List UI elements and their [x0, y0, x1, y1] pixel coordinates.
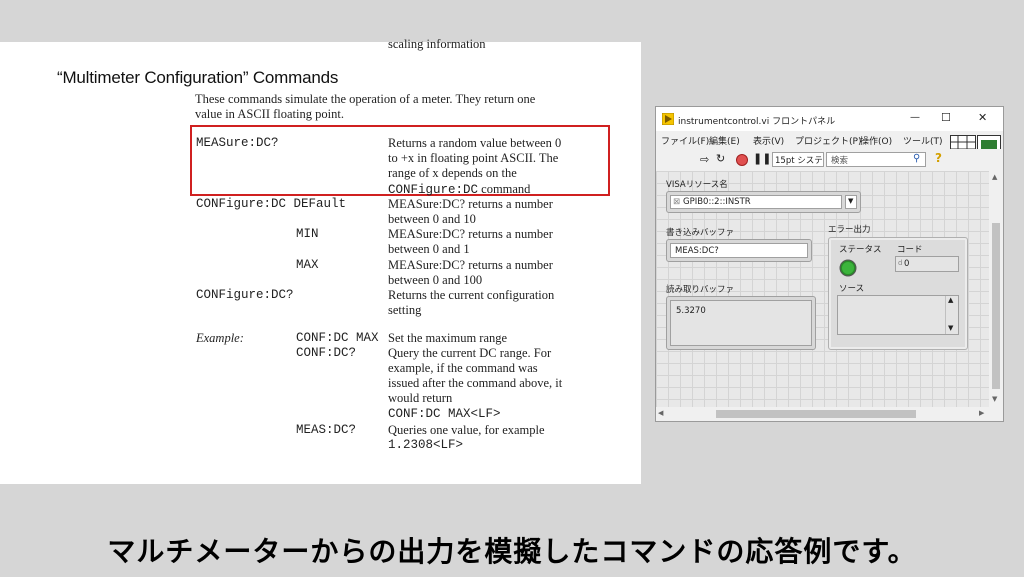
- meas-desc-3: range of x depends on the: [388, 166, 517, 180]
- conf-query-command: CONFigure:DC?: [196, 288, 294, 302]
- error-out-label: エラー出力: [828, 225, 871, 235]
- example-cmd-2-desc-1: Query the current DC range. For: [388, 346, 552, 360]
- example-label: Example:: [196, 331, 244, 345]
- vi-icon: [662, 113, 674, 125]
- meas-desc-4: CONFigure:DC command: [388, 181, 530, 198]
- conf-min-desc-2: between 0 and 1: [388, 242, 470, 256]
- search-input[interactable]: 検索 ⚲: [826, 152, 926, 167]
- scroll-left-arrow-icon[interactable]: ◀: [658, 409, 663, 417]
- visa-dropdown-button[interactable]: ▼: [845, 195, 857, 209]
- search-icon[interactable]: ⚲: [913, 153, 920, 164]
- top-fragment: scaling information: [388, 37, 486, 51]
- read-buffer-field: 5.3270: [670, 300, 812, 346]
- source-field: ▲ ▼: [837, 295, 959, 335]
- minimize-button[interactable]: —: [910, 112, 920, 123]
- example-cmd-3-result: 1.2308<LF>: [388, 438, 464, 452]
- code-field: d 0: [895, 256, 959, 272]
- meas-desc-1: Returns a random value between 0: [388, 136, 562, 150]
- caption: マルチメーターからの出力を模擬したコマンドの応答例です。: [107, 535, 917, 568]
- example-cmd-2-desc-2: example, if the command was: [388, 361, 538, 375]
- write-buffer-label: 書き込みバッファ: [666, 228, 735, 238]
- source-label: ソース: [839, 284, 865, 294]
- scroll-down-icon[interactable]: ▼: [948, 324, 953, 332]
- max-label: MAX: [296, 258, 319, 272]
- conf-default-desc-2: between 0 and 10: [388, 212, 476, 226]
- abort-icon[interactable]: [736, 154, 748, 166]
- horizontal-scroll-thumb[interactable]: [716, 410, 916, 418]
- maximize-button[interactable]: ☐: [941, 111, 951, 124]
- code-label: コード: [897, 245, 923, 255]
- write-buffer-field[interactable]: MEAS:DC?: [670, 243, 808, 258]
- conf-max-desc-1: MEASure:DC? returns a number: [388, 258, 553, 272]
- scroll-down-arrow-icon[interactable]: ▼: [992, 395, 997, 403]
- conf-min-desc-1: MEASure:DC? returns a number: [388, 227, 553, 241]
- document-page: scaling information “Multimeter Configur…: [0, 37, 641, 484]
- menu-file[interactable]: ファイル(F): [661, 134, 709, 147]
- visa-label: VISAリソース名: [666, 180, 728, 190]
- visa-value: GPIB0::2::INSTR: [683, 197, 751, 207]
- font-select[interactable]: 15pt システ: [772, 152, 824, 167]
- vertical-scroll-thumb[interactable]: [992, 223, 1000, 389]
- visa-value-box: ⊠ GPIB0::2::INSTR: [670, 195, 842, 209]
- status-label: ステータス: [839, 245, 882, 255]
- visa-resource-icon: ⊠: [673, 197, 681, 207]
- read-buffer-label: 読み取りバッファ: [666, 285, 735, 295]
- example-cmd-1: CONF:DC MAX: [296, 331, 379, 345]
- menu-operate[interactable]: 操作(O): [860, 134, 892, 147]
- code-prefix: d: [898, 259, 903, 267]
- horizontal-scrollbar[interactable]: ◀ ▶: [656, 407, 989, 421]
- pause-icon[interactable]: ❚❚: [753, 152, 771, 165]
- example-cmd-3: MEAS:DC?: [296, 423, 357, 437]
- section-heading: “Multimeter Configuration” Commands: [57, 68, 339, 87]
- run-continuously-icon[interactable]: ↻: [716, 152, 725, 165]
- write-buffer-control[interactable]: MEAS:DC?: [666, 239, 812, 262]
- example-cmd-2-result: CONF:DC MAX<LF>: [388, 407, 501, 421]
- intro-line-2: value in ASCII floating point.: [195, 107, 344, 121]
- vertical-scrollbar[interactable]: ▲ ▼: [989, 171, 1003, 407]
- read-buffer-value: 5.3270: [676, 306, 706, 316]
- scroll-up-icon[interactable]: ▲: [948, 296, 953, 304]
- toolbar: ⇨ ↻ ❚❚ 15pt システ 検索 ⚲ ?: [656, 149, 1003, 172]
- conf-query-desc-1: Returns the current configuration: [388, 288, 555, 302]
- meas-desc-mono: CONFigure:DC: [388, 183, 479, 197]
- conf-query-desc-2: setting: [388, 303, 422, 317]
- scroll-right-arrow-icon[interactable]: ▶: [979, 409, 984, 417]
- status-led: [839, 259, 857, 277]
- error-out-cluster: ステータス コード d 0 ソース ▲ ▼: [828, 237, 968, 350]
- font-select-label: 15pt システ: [775, 156, 823, 166]
- window-title: instrumentcontrol.vi フロントパネル: [678, 117, 836, 127]
- source-scrollbar[interactable]: ▲ ▼: [945, 296, 958, 334]
- example-cmd-2: CONF:DC?: [296, 346, 357, 360]
- title-bar: instrumentcontrol.vi フロントパネル — ☐ ✕: [656, 107, 1003, 131]
- search-placeholder: 検索: [831, 156, 849, 166]
- menu-project[interactable]: プロジェクト(P): [795, 134, 861, 147]
- example-cmd-2-desc-3: issued after the command above, it: [388, 376, 563, 390]
- run-arrow-icon[interactable]: ⇨: [700, 153, 709, 166]
- code-value: 0: [904, 259, 910, 269]
- example-cmd-3-desc: Queries one value, for example: [388, 423, 545, 437]
- meas-desc-2: to +x in floating point ASCII. The: [388, 151, 559, 165]
- menu-view[interactable]: 表示(V): [753, 134, 784, 147]
- menu-edit[interactable]: 編集(E): [709, 134, 740, 147]
- conf-max-desc-2: between 0 and 100: [388, 273, 483, 287]
- meas-desc-tail: command: [478, 182, 531, 196]
- example-cmd-1-desc: Set the maximum range: [388, 331, 508, 345]
- scroll-up-arrow-icon[interactable]: ▲: [992, 173, 997, 181]
- meas-command: MEASure:DC?: [196, 136, 279, 150]
- write-buffer-value: MEAS:DC?: [675, 246, 719, 256]
- front-panel: VISAリソース名 ⊠ GPIB0::2::INSTR ▼ 書き込みバッファ M…: [656, 171, 989, 407]
- visa-control[interactable]: ⊠ GPIB0::2::INSTR ▼: [666, 191, 861, 213]
- conf-default-command: CONFigure:DC DEFault: [196, 197, 347, 211]
- menu-tools[interactable]: ツール(T): [903, 134, 943, 147]
- conf-default-desc-1: MEASure:DC? returns a number: [388, 197, 553, 211]
- example-cmd-2-desc-4: would return: [388, 391, 453, 405]
- read-buffer-indicator: 5.3270: [666, 296, 816, 350]
- chevron-down-icon: ▼: [848, 197, 854, 205]
- min-label: MIN: [296, 227, 319, 241]
- intro-line-1: These commands simulate the operation of…: [195, 92, 536, 106]
- labview-window: instrumentcontrol.vi フロントパネル — ☐ ✕ ファイル(…: [655, 106, 1004, 422]
- close-button[interactable]: ✕: [978, 111, 987, 124]
- help-icon[interactable]: ?: [935, 151, 942, 165]
